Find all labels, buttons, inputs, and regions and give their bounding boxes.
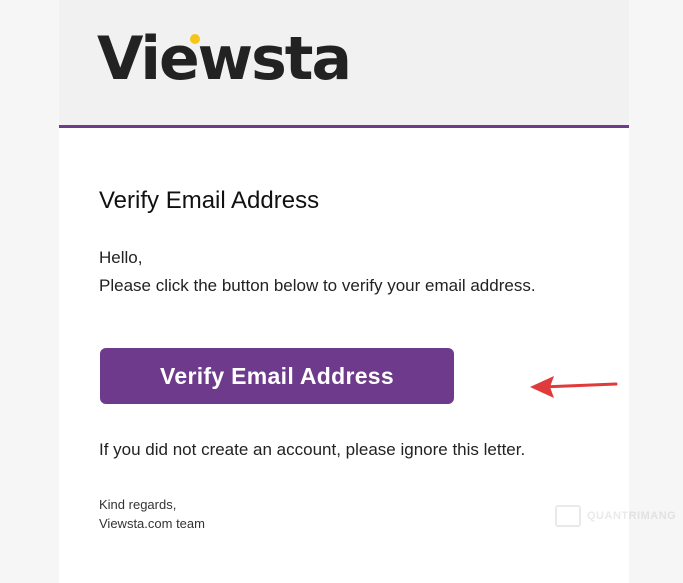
signature-text: Viewsta.com team	[99, 516, 205, 531]
email-title: Verify Email Address	[99, 187, 320, 214]
regards-text: Kind regards,	[99, 497, 177, 512]
email-card: Viewsta Verify Email Address Hello, Plea…	[59, 0, 676, 583]
logo-dot-icon	[190, 34, 200, 44]
instruction-text: Please click the button below to verify …	[99, 276, 536, 295]
greeting-text: Hello,	[99, 248, 143, 267]
verify-email-button[interactable]: Verify Email Address	[100, 348, 454, 404]
logo-text: Viewsta	[97, 24, 352, 94]
watermark-text: QUANTRIMANG	[587, 510, 677, 522]
ignore-note-text: If you did not create an account, please…	[99, 440, 526, 459]
watermark: QUANTRIMANG	[555, 505, 676, 527]
watermark-logo-icon	[555, 505, 581, 527]
red-arrow-left-icon	[530, 376, 618, 398]
email-header: Viewsta	[59, 0, 629, 128]
